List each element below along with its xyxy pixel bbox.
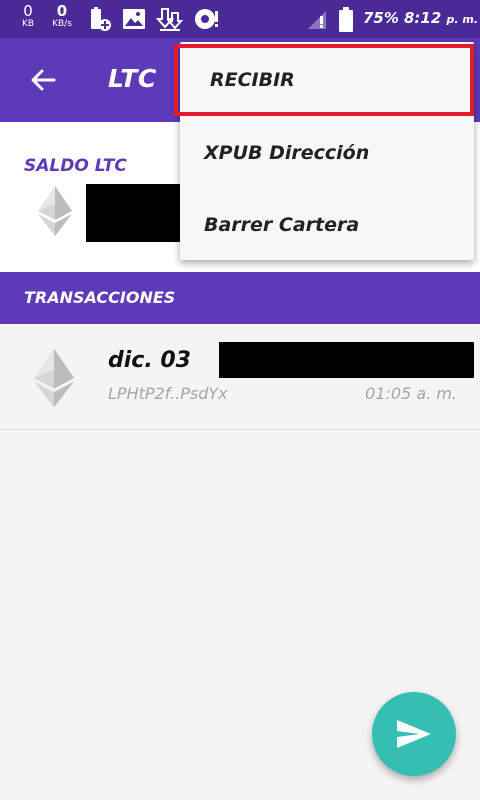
battery-percentage: 75% [363,9,399,27]
page-title: LTC [108,64,157,93]
battery-plus-icon [88,7,112,37]
clock-time: 8:12 [404,9,442,27]
menu-item-xpub[interactable]: XPUB Dirección [180,117,474,189]
net-speed-value: 0 [23,2,33,20]
menu-item-recibir[interactable]: RECIBIR [180,44,474,116]
menu-item-label: XPUB Dirección [204,142,370,164]
transaction-time: 01:05 a. m. [365,384,457,403]
overflow-menu: RECIBIR XPUB Dirección Barrer Cartera [180,42,474,260]
status-clock: 8:12 p. m. [404,9,478,27]
transaction-row[interactable]: dic. 03 LPHtP2f..PsdYx 01:05 a. m. [0,324,480,430]
clock-ampm: p. m. [446,13,479,26]
net-speed-indicator: 0 KB [14,4,42,29]
menu-item-label: RECIBIR [210,69,295,91]
status-bar: 0 KB 0 KB/s 75% 8:12 p. m. [0,0,480,38]
arrow-left-icon [24,69,64,104]
transactions-header: TRANSACCIONES [0,272,480,324]
transaction-date: dic. 03 [108,348,191,373]
ethereum-icon [34,348,74,412]
net-speed-indicator: 0 KB/s [46,4,78,29]
back-button[interactable] [24,60,64,100]
menu-item-sweep-wallet[interactable]: Barrer Cartera [180,189,474,261]
net-speed-unit: KB [21,19,35,29]
battery-icon [338,7,354,37]
send-button[interactable] [372,692,456,776]
menu-item-label: Barrer Cartera [204,214,360,236]
sync-alert-icon [194,7,220,35]
transaction-address: LPHtP2f..PsdYx [108,384,228,403]
net-speed-unit: KB/s [52,19,72,29]
section-title: TRANSACCIONES [24,288,176,307]
download-icon [155,7,184,37]
net-speed-value: 0 [56,2,68,20]
ethereum-icon [38,186,72,240]
redacted-amount [219,342,474,378]
balance-label: SALDO LTC [24,156,127,176]
signal-icon [306,8,330,34]
image-icon [122,7,146,35]
